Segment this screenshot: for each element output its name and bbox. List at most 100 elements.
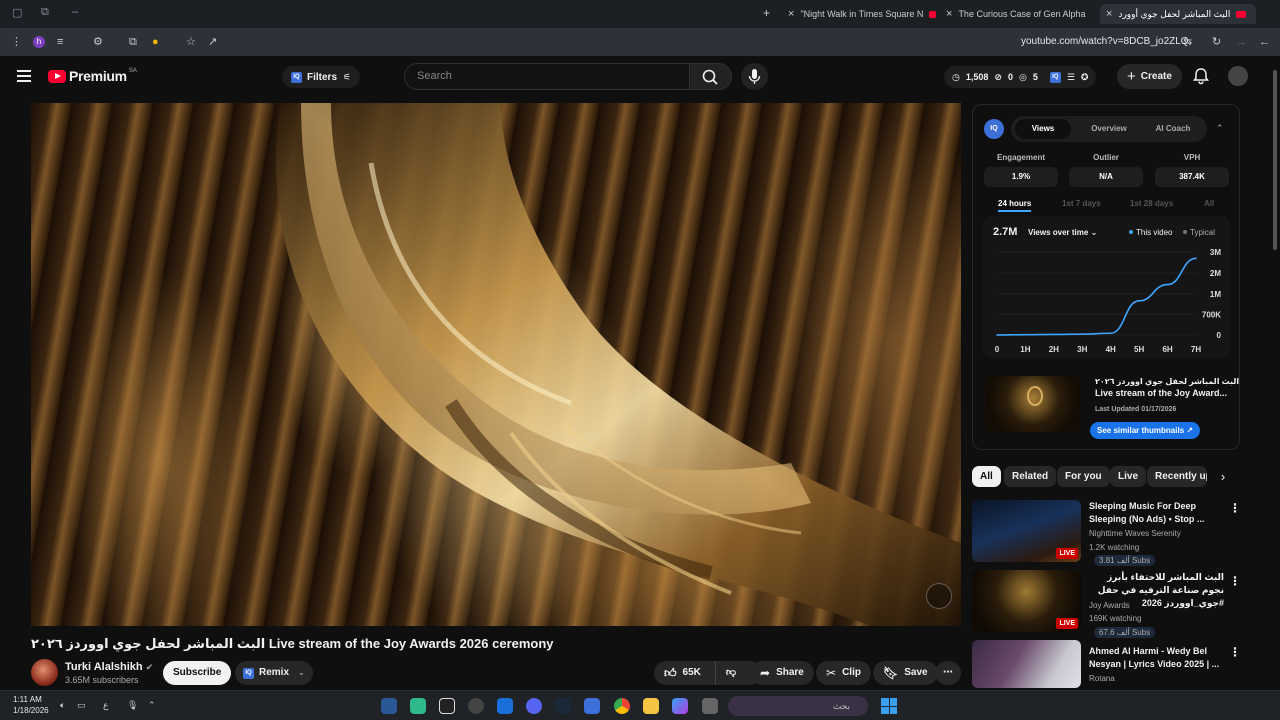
back-icon[interactable]: ← bbox=[1259, 35, 1270, 49]
open-external-icon[interactable]: ↗ bbox=[208, 35, 217, 49]
screenshot-icon[interactable]: ⧉ bbox=[129, 35, 137, 49]
range-first-28-days[interactable]: 1st 28 days bbox=[1130, 199, 1173, 208]
scrollbar-thumb[interactable] bbox=[1273, 70, 1277, 250]
range-first-7-days[interactable]: 1st 7 days bbox=[1062, 199, 1101, 208]
clip-button[interactable]: ✂ Clip bbox=[816, 661, 871, 685]
save-button[interactable]: 🔖︎ Save bbox=[873, 661, 938, 685]
see-similar-thumbnails-button[interactable]: See similar thumbnails ↗ bbox=[1090, 422, 1201, 439]
rec-thumbnail-3[interactable] bbox=[972, 640, 1081, 688]
create-button[interactable]: + Create bbox=[1117, 64, 1182, 89]
thumbs-up-icon[interactable]: 👍︎ bbox=[664, 661, 677, 685]
taskbar-app-icon[interactable] bbox=[497, 698, 513, 714]
menu-dots-icon[interactable]: ⋮ bbox=[11, 35, 22, 49]
store-icon[interactable] bbox=[584, 698, 600, 714]
tab-night-walk[interactable]: × "Night Walk in Times Square N bbox=[788, 4, 936, 24]
volume-icon[interactable]: 🔈︎ bbox=[60, 700, 65, 711]
rec-channel-3[interactable]: Rotana bbox=[1089, 674, 1115, 683]
taskbar-app-icon[interactable] bbox=[702, 698, 718, 714]
mic-tray-icon[interactable]: 🎙︎ bbox=[127, 700, 138, 711]
taskbar-app-icon[interactable] bbox=[410, 698, 426, 714]
channel-avatar[interactable] bbox=[31, 659, 58, 686]
tab-ai-coach[interactable]: AI Coach bbox=[1143, 119, 1203, 139]
vidiq-badge-icon: IQ bbox=[243, 667, 254, 679]
network-icon[interactable]: ▭ bbox=[77, 700, 86, 711]
hamburger-menu-icon[interactable] bbox=[17, 70, 31, 82]
rec-more-2-icon[interactable]: ⋮ bbox=[1229, 574, 1241, 588]
channel-name[interactable]: Turki Alalshikh ✔ bbox=[65, 661, 153, 673]
close-tab-icon[interactable]: × bbox=[946, 8, 952, 20]
tab-joy-awards-active[interactable]: × البث المباشر لحفل جوي أوورد bbox=[1100, 4, 1256, 24]
taskbar-app-icon[interactable] bbox=[439, 698, 455, 714]
browser-tab-strip: ▢ ⧉ – + × "Night Walk in Times Square N … bbox=[0, 0, 1280, 28]
chrome-icon[interactable] bbox=[614, 698, 630, 714]
video-thumbnail[interactable] bbox=[985, 376, 1081, 432]
rec-channel-1[interactable]: Nighttime Waves Serenity bbox=[1089, 529, 1181, 538]
chip-for-you[interactable]: For you bbox=[1057, 466, 1110, 487]
voice-search-button[interactable] bbox=[741, 63, 768, 90]
taskbar-clock[interactable]: 1:11 AM 1/18/2026 bbox=[13, 694, 49, 716]
rec-thumbnail-1[interactable]: LIVE bbox=[972, 500, 1081, 562]
range-all[interactable]: All bbox=[1204, 199, 1214, 208]
collapse-chevron-icon[interactable]: ⌃ bbox=[1216, 123, 1224, 134]
remix-button[interactable]: IQ Remix ⌄ bbox=[235, 661, 313, 685]
share-button[interactable]: ➦ Share bbox=[750, 661, 814, 685]
filters-button[interactable]: IQ Filters ⚟ bbox=[282, 66, 361, 88]
tray-overflow-icon[interactable]: ⌃ bbox=[148, 700, 156, 711]
window-minimize-icon[interactable]: – bbox=[72, 6, 78, 18]
discord-icon[interactable] bbox=[526, 698, 542, 714]
notifications-bell-icon[interactable] bbox=[1191, 66, 1211, 86]
taskbar-app-icon[interactable] bbox=[468, 698, 484, 714]
subscribe-button[interactable]: Subscribe bbox=[163, 661, 232, 685]
rec-channel-2[interactable]: Joy Awards bbox=[1089, 601, 1130, 610]
copilot-icon[interactable] bbox=[672, 698, 688, 714]
youtube-premium-logo[interactable]: Premium SA bbox=[48, 68, 137, 84]
chip-recently-uploaded[interactable]: Recently up bbox=[1147, 466, 1207, 487]
more-actions-button[interactable]: ⋯ bbox=[935, 661, 961, 685]
chip-related[interactable]: Related bbox=[1004, 466, 1057, 487]
rec-thumbnail-2[interactable]: LIVE bbox=[972, 570, 1081, 632]
chips-next-chevron-icon[interactable]: › bbox=[1213, 467, 1233, 487]
reload-icon[interactable]: ↻ bbox=[1212, 35, 1221, 49]
video-player[interactable] bbox=[31, 103, 961, 626]
chip-all[interactable]: All bbox=[972, 466, 1001, 487]
new-tab-plus-icon[interactable]: + bbox=[763, 6, 770, 20]
x-tick-label: 1H bbox=[1020, 345, 1030, 354]
url-field[interactable]: youtube.com/watch?v=8DCB_jo2ZLQ bbox=[1021, 36, 1189, 47]
vidiq-stats-pill[interactable]: ◷ 1,508 ⊘ 0 ◎ 5 IQ ☰ ✪ bbox=[944, 66, 1097, 88]
steam-icon[interactable] bbox=[555, 698, 571, 714]
language-indicator[interactable]: ع bbox=[103, 700, 108, 711]
windows-start-icon[interactable] bbox=[881, 698, 897, 714]
close-tab-icon[interactable]: × bbox=[1106, 8, 1112, 20]
window-restore-icon[interactable]: ⧉ bbox=[41, 6, 49, 19]
chrome-extension-icon[interactable]: ● bbox=[152, 35, 159, 49]
window-close-icon[interactable]: ▢ bbox=[12, 6, 22, 19]
profile-avatar[interactable]: h bbox=[33, 36, 45, 48]
tab-overview[interactable]: Overview bbox=[1079, 119, 1139, 139]
forward-icon[interactable]: → bbox=[1236, 35, 1247, 49]
country-code: SA bbox=[128, 68, 137, 74]
taskbar-search-input[interactable]: بحث bbox=[728, 696, 868, 716]
views-line-chart: 0 700K 1M 2M 3M 0 1H 2H 3H 4H 5H 6H 7H bbox=[995, 248, 1222, 354]
page-scrollbar[interactable] bbox=[1272, 60, 1278, 688]
rec-more-3-icon[interactable]: ⋮ bbox=[1229, 645, 1241, 659]
chip-live[interactable]: Live bbox=[1110, 466, 1147, 487]
search-button[interactable] bbox=[690, 63, 732, 90]
data-point bbox=[1081, 333, 1084, 335]
channel-watermark-icon[interactable] bbox=[926, 583, 952, 609]
search-input[interactable]: Search bbox=[404, 63, 690, 90]
thumbs-down-icon[interactable]: 👎︎ bbox=[714, 661, 736, 685]
taskbar-app-icon[interactable] bbox=[381, 698, 397, 714]
reading-list-icon[interactable]: ≡ bbox=[57, 35, 63, 49]
file-explorer-icon[interactable] bbox=[643, 698, 659, 714]
account-avatar[interactable] bbox=[1228, 66, 1248, 86]
rec-more-1-icon[interactable]: ⋮ bbox=[1229, 501, 1241, 515]
rec-title-1[interactable]: Sleeping Music For Deep Sleeping (No Ads… bbox=[1089, 500, 1224, 526]
tab-views[interactable]: Views bbox=[1015, 119, 1071, 139]
tab-gen-alpha[interactable]: × The Curious Case of Gen Alpha bbox=[946, 4, 1092, 24]
extensions-icon[interactable]: ⚙ bbox=[93, 35, 103, 49]
bookmark-star-icon[interactable]: ☆ bbox=[186, 35, 196, 49]
rec-title-3[interactable]: Ahmed Al Harmi - Wedy Bel Nesyan | Lyric… bbox=[1089, 645, 1224, 671]
like-count[interactable]: 65K bbox=[683, 661, 701, 685]
range-24-hours[interactable]: 24 hours bbox=[998, 199, 1032, 212]
close-tab-icon[interactable]: × bbox=[788, 8, 794, 20]
